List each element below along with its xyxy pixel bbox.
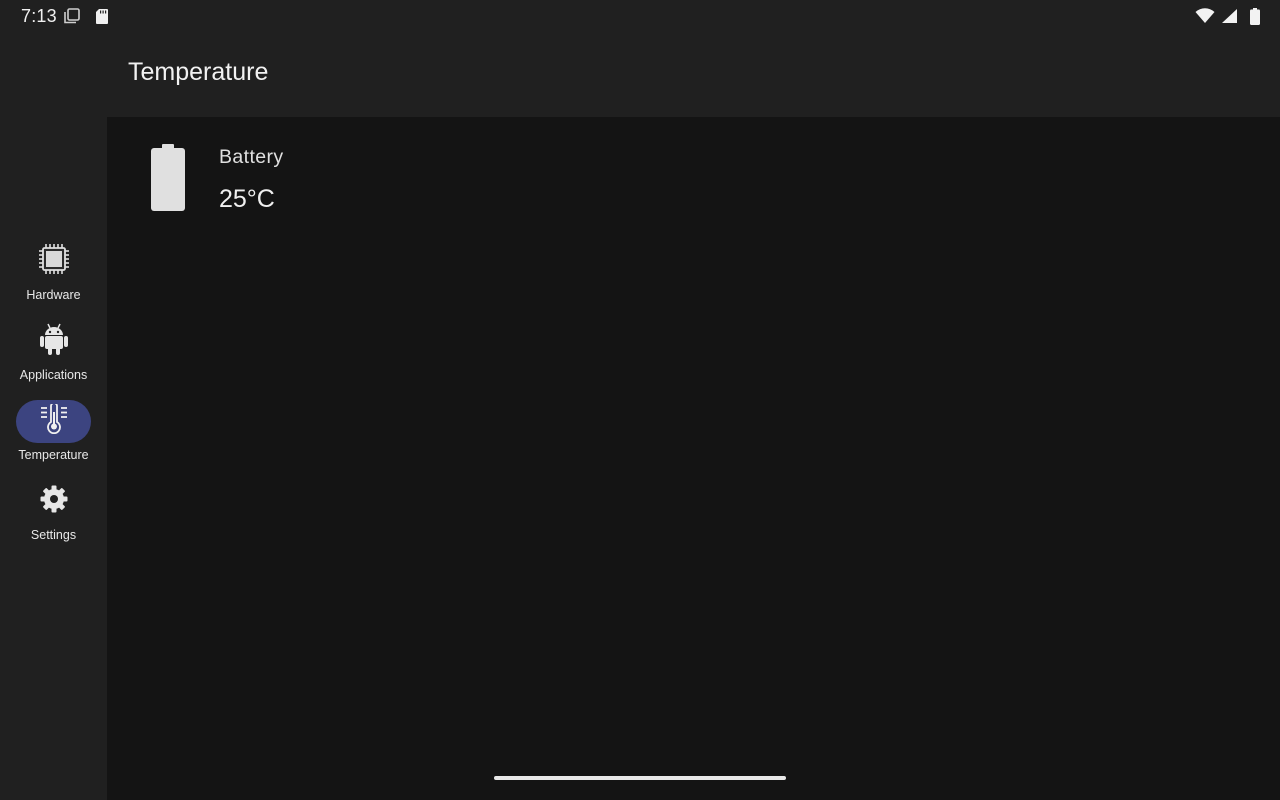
android-icon xyxy=(39,322,69,361)
nav-label: Hardware xyxy=(26,288,81,302)
page-title: Temperature xyxy=(128,58,269,86)
app-root: 7:13 Hardware Applications Temperature S… xyxy=(0,0,1280,800)
nav-item-settings[interactable]: Settings xyxy=(0,480,107,552)
gear-icon xyxy=(39,484,69,519)
top-app-bar: Temperature xyxy=(107,32,1280,117)
nav-active-indicator xyxy=(16,400,91,443)
nav-indicator xyxy=(16,480,91,523)
nav-item-applications[interactable]: Applications xyxy=(0,320,107,392)
sensor-value: 25°C xyxy=(219,185,275,213)
status-bar: 7:13 xyxy=(0,0,1280,32)
navigation-rail: Hardware Applications Temperature Settin… xyxy=(0,32,107,800)
nav-item-temperature[interactable]: Temperature xyxy=(0,400,107,472)
nav-indicator xyxy=(16,240,91,283)
nav-label: Settings xyxy=(30,528,77,542)
battery-icon xyxy=(1250,7,1260,25)
nav-label: Applications xyxy=(19,368,88,382)
nav-label: Temperature xyxy=(18,448,89,462)
status-right xyxy=(1195,7,1260,25)
temperature-list-item[interactable]: Battery 25°C xyxy=(107,117,707,227)
battery-icon xyxy=(150,144,186,217)
status-time: 7:13 xyxy=(21,5,57,26)
thermometer-icon xyxy=(40,402,68,439)
screenshot-icon xyxy=(63,7,81,25)
gesture-handle[interactable] xyxy=(494,776,786,780)
nav-item-hardware[interactable]: Hardware xyxy=(0,240,107,312)
cell-signal-icon xyxy=(1221,8,1238,24)
nav-indicator xyxy=(16,320,91,363)
status-left: 7:13 xyxy=(21,6,109,27)
content-area: Battery 25°C xyxy=(107,117,1280,800)
sensor-label: Battery xyxy=(219,146,284,168)
wifi-icon xyxy=(1195,8,1215,24)
chip-icon xyxy=(37,242,71,281)
sd-card-icon xyxy=(95,8,109,24)
